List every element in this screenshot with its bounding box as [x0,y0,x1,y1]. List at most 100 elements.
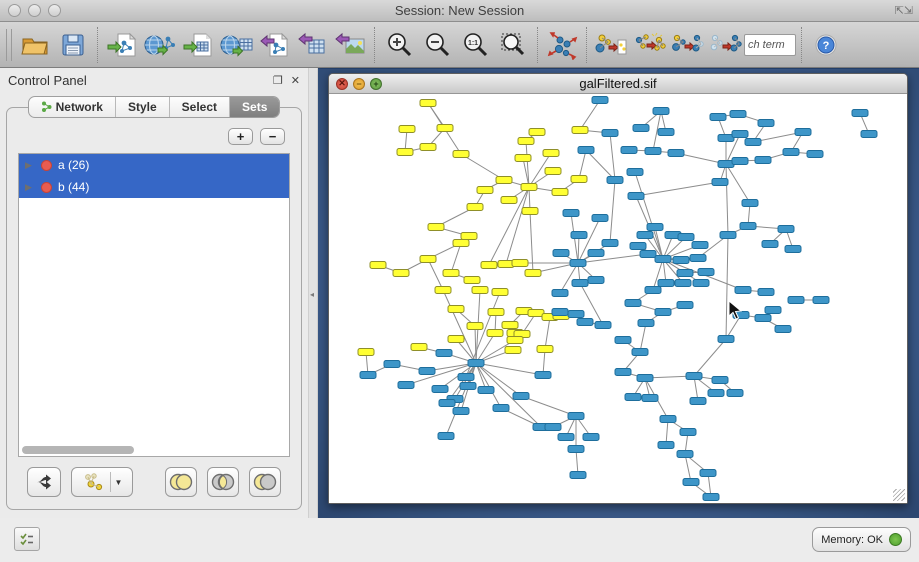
graph-node[interactable] [785,246,801,253]
graph-node[interactable] [693,280,709,287]
graph-node[interactable] [638,320,654,327]
hide-selected-button[interactable] [668,26,706,64]
graph-node[interactable] [678,234,694,241]
graph-node[interactable] [537,346,553,353]
graph-node[interactable] [658,280,674,287]
graph-node[interactable] [595,322,611,329]
graph-node[interactable] [583,434,599,441]
zoom-out-button[interactable] [418,26,456,64]
graph-node[interactable] [543,150,559,157]
graph-node[interactable] [602,130,618,137]
graph-node[interactable] [399,126,415,133]
graph-node[interactable] [563,210,579,217]
graph-node[interactable] [545,168,561,175]
graph-node[interactable] [578,147,594,154]
add-set-button[interactable]: + [228,128,253,145]
graph-node[interactable] [420,256,436,263]
graph-node[interactable] [683,479,699,486]
graph-node[interactable] [732,131,748,138]
graph-node[interactable] [570,472,586,479]
import-table-file-button[interactable] [179,26,217,64]
graph-node[interactable] [690,255,706,262]
graph-node[interactable] [645,287,661,294]
graph-node[interactable] [861,131,877,138]
graph-node[interactable] [448,336,464,343]
graph-node[interactable] [745,139,761,146]
graph-node[interactable] [720,232,736,239]
network-window-titlebar[interactable]: ✕ − + galFiltered.sif [329,74,907,94]
union-button[interactable] [165,467,197,497]
panel-splitter[interactable]: ◂ [308,68,318,518]
zoom-fit-button[interactable]: 1:1 [456,26,494,64]
graph-node[interactable] [732,158,748,165]
graph-node[interactable] [411,344,427,351]
graph-node[interactable] [615,369,631,376]
graph-node[interactable] [529,129,545,136]
graph-node[interactable] [592,215,608,222]
graph-node[interactable] [645,148,661,155]
graph-node[interactable] [568,446,584,453]
graph-node[interactable] [703,494,719,501]
graph-node[interactable] [568,413,584,420]
graph-node[interactable] [658,442,674,449]
memory-status-button[interactable]: Memory: OK [812,527,911,552]
graph-node[interactable] [397,149,413,156]
close-panel-button[interactable]: ✕ [291,74,300,87]
graph-node[interactable] [428,224,444,231]
dropdown-arrow-icon[interactable]: ▼ [115,478,123,487]
import-table-url-button[interactable] [217,26,255,64]
graph-node[interactable] [493,405,509,412]
graph-node[interactable] [852,110,868,117]
graph-node[interactable] [615,337,631,344]
graph-node[interactable] [677,270,693,277]
export-table-button[interactable] [293,26,331,64]
graph-node[interactable] [637,232,653,239]
graph-node[interactable] [700,470,716,477]
graph-node[interactable] [477,187,493,194]
graph-node[interactable] [690,398,706,405]
graph-node[interactable] [686,373,702,380]
graph-node[interactable] [653,108,669,115]
remove-set-button[interactable]: − [260,128,285,145]
window-resize-icon[interactable]: ⇱⇲ [895,4,913,17]
graph-node[interactable] [718,336,734,343]
graph-node[interactable] [502,322,518,329]
graph-node[interactable] [558,434,574,441]
graph-node[interactable] [727,390,743,397]
graph-node[interactable] [655,309,671,316]
export-image-button[interactable] [331,26,369,64]
graph-node[interactable] [553,250,569,257]
graph-node[interactable] [628,193,644,200]
graph-node[interactable] [438,433,454,440]
graph-node[interactable] [680,429,696,436]
graph-node[interactable] [633,125,649,132]
graph-node[interactable] [712,377,728,384]
open-session-button[interactable] [16,26,54,64]
create-set-from-network-button[interactable]: ▼ [71,467,133,497]
graph-node[interactable] [522,208,538,215]
graph-node[interactable] [692,242,708,249]
graph-node[interactable] [627,169,643,176]
graph-node[interactable] [658,129,674,136]
import-network-url-button[interactable] [141,26,179,64]
graph-node[interactable] [501,197,517,204]
graph-node[interactable] [496,177,512,184]
graph-node[interactable] [458,374,474,381]
graph-node[interactable] [775,326,791,333]
graph-node[interactable] [758,120,774,127]
graph-node[interactable] [467,204,483,211]
graph-node[interactable] [507,337,523,344]
graph-node[interactable] [813,297,829,304]
graph-node[interactable] [393,270,409,277]
graph-node[interactable] [647,224,663,231]
graph-node[interactable] [677,302,693,309]
network-view-window[interactable]: ✕ − + galFiltered.sif [328,73,908,504]
graph-node[interactable] [419,368,435,375]
graph-node[interactable] [778,226,794,233]
graph-node[interactable] [360,372,376,379]
graph-node[interactable] [437,125,453,132]
search-input[interactable] [744,34,796,56]
graph-node[interactable] [625,300,641,307]
horizontal-scrollbar[interactable] [22,446,134,454]
graph-node[interactable] [461,233,477,240]
